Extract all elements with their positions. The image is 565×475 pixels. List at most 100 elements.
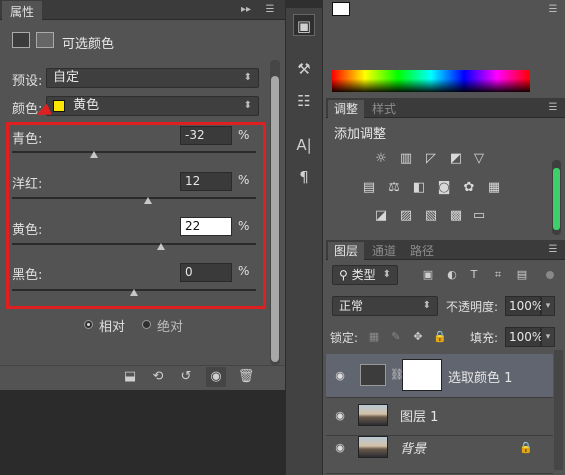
mask-icon[interactable] [36,32,54,48]
magenta-slider-track[interactable] [12,197,256,199]
eye-icon[interactable]: ◉ [332,442,348,454]
chevron-updown-icon: ⬍ [382,269,391,280]
lock-position-icon[interactable]: ✥ [410,329,426,345]
delete-icon[interactable]: 🗑 [236,367,256,387]
tab-channels[interactable]: 通道 [366,242,402,260]
tab-layers[interactable]: 图层 [328,242,365,260]
hue-saturation-icon[interactable]: ▤ [360,180,378,196]
layers-scrollbar[interactable] [554,350,563,470]
photo-filter-icon[interactable]: ◙ [435,180,453,196]
cyan-slider-track[interactable] [12,151,256,153]
tab-adjustments[interactable]: 调整 [328,100,365,118]
chevron-updown-icon: ⬍ [422,300,431,311]
preset-dropdown[interactable]: 自定 ⬍ [46,68,259,88]
threshold-icon[interactable]: ▧ [422,208,440,224]
layers-menu-icon[interactable]: ☰ [545,243,561,257]
tab-properties[interactable]: 属性 [2,1,43,20]
panel-title: 可选颜色 [62,37,115,52]
blend-mode-value: 正常 [339,299,364,313]
black-unit: % [238,264,250,278]
black-slider-thumb[interactable] [130,289,138,296]
layer-filter-value: 类型 [351,268,376,282]
opacity-input[interactable]: 100% [505,296,543,316]
yellow-label: 黄色: [12,223,43,238]
dock-grip [285,0,323,8]
brightness-icon[interactable]: ☼ [372,151,390,167]
absolute-radio[interactable] [142,320,151,329]
yellow-slider-thumb[interactable] [157,243,165,250]
curves-icon[interactable]: ◸ [422,151,440,167]
fill-input[interactable]: 100% [505,327,543,347]
tab-styles[interactable]: 样式 [366,100,402,118]
posterize-icon[interactable]: ▨ [397,208,415,224]
cyan-slider-thumb[interactable] [90,151,98,158]
levels-icon[interactable]: ▥ [397,151,415,167]
lock-all-icon[interactable]: 🔒 [432,329,448,345]
reset-icon[interactable]: ↺ [176,367,196,387]
lock-transparency-icon[interactable]: ▦ [366,329,382,345]
channel-mixer-icon[interactable]: ✿ [460,180,478,196]
layer-filter-dropdown[interactable]: ⚲ 类型 ⬍ [332,265,398,285]
invert-icon[interactable]: ◪ [372,208,390,224]
color-balance-icon[interactable]: ⚖ [385,180,403,196]
magenta-input[interactable]: 12 [180,172,232,191]
search-icon: ⚲ [339,268,352,282]
adjustments-scrollbar-thumb[interactable] [553,168,560,230]
panel-menu-icon[interactable]: ☰ [262,3,278,17]
type-filter-icon[interactable]: T [466,267,482,283]
eye-icon[interactable]: ◉ [332,410,348,422]
filter-toggle-icon[interactable] [546,271,554,279]
color-dropdown[interactable]: 黄色 ⬍ [46,96,259,116]
paragraph-icon[interactable]: ¶ [293,166,315,188]
pixel-filter-icon[interactable]: ▣ [420,267,436,283]
gradient-map-icon[interactable]: ▭ [470,208,488,224]
exposure-icon[interactable]: ◩ [447,151,465,167]
color-lookup-icon[interactable]: ▦ [485,180,503,196]
layer-name[interactable]: 图层 1 [400,406,438,425]
fill-slider-toggle[interactable]: ▾ [541,327,555,347]
black-input[interactable]: 0 [180,263,232,282]
properties-scrollbar-thumb[interactable] [271,76,279,362]
chevron-updown-icon: ⬍ [243,100,252,111]
opacity-slider-toggle[interactable]: ▾ [541,296,555,316]
relative-radio[interactable] [84,320,93,329]
yellow-input[interactable]: 22 [180,217,232,236]
character-icon[interactable]: A| [293,134,315,156]
layer-thumbnail [358,436,388,458]
layer-name[interactable]: 选取颜色 1 [448,367,512,386]
adjustment-filter-icon[interactable]: ◐ [444,267,460,283]
yellow-unit: % [238,219,250,233]
layer-mask-thumbnail[interactable] [402,359,442,391]
view-previous-icon[interactable]: ⟲ [148,367,168,387]
selective-color-icon[interactable]: ▩ [447,208,465,224]
brush-icon[interactable]: ⚒ [293,58,315,80]
blend-mode-dropdown[interactable]: 正常 ⬍ [332,296,438,316]
color-panel-menu-icon[interactable]: ☰ [545,3,561,17]
visibility-icon[interactable]: ◉ [206,367,226,387]
color-swatch [53,99,65,112]
absolute-label: 绝对 [157,320,184,335]
lock-icon: 🔒 [519,441,533,454]
chevron-updown-icon: ⬍ [243,72,252,83]
cyan-input[interactable]: -32 [180,126,232,145]
black-white-icon[interactable]: ◧ [410,180,428,196]
cyan-unit: % [238,128,250,142]
shape-filter-icon[interactable]: ⌗ [490,267,506,283]
tab-paths[interactable]: 路径 [404,242,440,260]
lock-pixels-icon[interactable]: ✎ [388,329,404,345]
vibrance-icon[interactable]: ▽ [470,151,488,167]
color-panel-icon[interactable]: ▣ [293,14,315,36]
layer-name[interactable]: 背景 [400,438,426,457]
magenta-slider-thumb[interactable] [144,197,152,204]
eye-icon[interactable]: ◉ [332,370,348,382]
clip-to-layer-icon[interactable]: ⬓ [120,367,140,387]
black-label: 黑色: [12,268,43,283]
adjustments-menu-icon[interactable]: ☰ [545,101,561,115]
yellow-slider-track[interactable] [12,243,256,245]
brush-presets-icon[interactable]: ☷ [293,90,315,112]
smart-object-filter-icon[interactable]: ▤ [514,267,530,283]
foreground-swatch[interactable] [332,2,350,16]
collapse-icon[interactable]: ▸▸ [238,3,254,17]
magenta-unit: % [238,173,250,187]
adjustment-layer-icon[interactable] [12,32,30,48]
